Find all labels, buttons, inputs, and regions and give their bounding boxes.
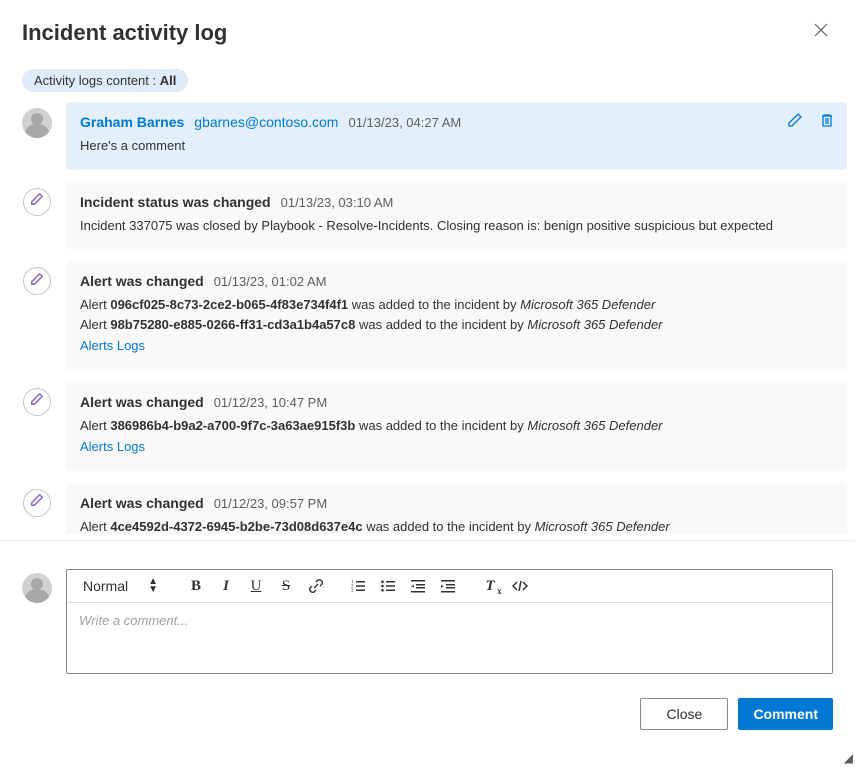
clear-format-icon: Tx bbox=[485, 578, 494, 595]
user-avatar bbox=[22, 108, 52, 138]
alerts-logs-link[interactable]: Alerts Logs bbox=[80, 336, 145, 356]
system-event-card: Alert was changed 01/13/23, 01:02 AM Alert… bbox=[66, 261, 847, 370]
chevron-updown-icon: ▲▼ bbox=[148, 578, 158, 594]
author-email: gbarnes@contoso.com bbox=[194, 114, 338, 130]
timestamp: 01/12/23, 10:47 PM bbox=[214, 395, 327, 410]
event-body: Incident 337075 was closed by Playbook -… bbox=[80, 216, 833, 236]
unordered-list-button[interactable] bbox=[378, 576, 398, 596]
comment-composer: Normal ▲▼ B I U S 123 bbox=[0, 541, 855, 674]
outdent-icon bbox=[410, 578, 426, 594]
event-body: Alert 096cf025-8c73-2ce2-b065-4f83e734f4… bbox=[80, 295, 833, 356]
bold-button[interactable]: B bbox=[186, 576, 206, 596]
system-event-card: Incident status was changed 01/13/23, 03:… bbox=[66, 182, 847, 250]
activity-row: Alert was changed 01/13/23, 01:02 AM Alert… bbox=[22, 261, 847, 370]
indent-button[interactable] bbox=[438, 576, 458, 596]
system-avatar bbox=[23, 267, 51, 295]
filter-value: All bbox=[160, 73, 177, 88]
activity-row: Graham Barnes gbarnes@contoso.com 01/13/23… bbox=[22, 102, 847, 170]
event-body: Alert 386986b4-b9a2-a700-9f7c-3a63ae915f… bbox=[80, 416, 833, 457]
activity-list: Graham Barnes gbarnes@contoso.com 01/13/23… bbox=[0, 102, 855, 534]
event-title: Alert was changed bbox=[80, 273, 204, 289]
close-panel-button[interactable] bbox=[809, 18, 833, 47]
edit-comment-button[interactable] bbox=[787, 112, 803, 133]
code-button[interactable] bbox=[510, 576, 530, 596]
system-event-card: Alert was changed 01/12/23, 10:47 PM Alert… bbox=[66, 382, 847, 471]
pencil-icon bbox=[30, 392, 44, 411]
event-body: Here's a comment bbox=[80, 136, 833, 156]
activity-row: Alert was changed 01/12/23, 09:57 PM Alert… bbox=[22, 483, 847, 535]
comment-placeholder: Write a comment... bbox=[79, 613, 188, 628]
editor-toolbar: Normal ▲▼ B I U S 123 bbox=[67, 570, 832, 603]
comment-button[interactable]: Comment bbox=[738, 698, 833, 730]
current-user-avatar bbox=[22, 573, 52, 603]
ordered-list-button[interactable]: 123 bbox=[348, 576, 368, 596]
activity-row: Incident status was changed 01/13/23, 03:… bbox=[22, 182, 847, 250]
pencil-icon bbox=[30, 192, 44, 211]
event-title: Alert was changed bbox=[80, 495, 204, 511]
event-title: Incident status was changed bbox=[80, 194, 271, 210]
underline-button[interactable]: U bbox=[246, 576, 266, 596]
author-name: Graham Barnes bbox=[80, 114, 184, 130]
svg-text:3: 3 bbox=[351, 589, 354, 594]
delete-comment-button[interactable] bbox=[819, 112, 835, 133]
event-title: Alert was changed bbox=[80, 394, 204, 410]
paragraph-style-label: Normal bbox=[83, 578, 128, 594]
pencil-icon bbox=[30, 493, 44, 512]
italic-button[interactable]: I bbox=[216, 576, 236, 596]
timestamp: 01/13/23, 03:10 AM bbox=[281, 195, 394, 210]
event-body: Alert 4ce4592d-4372-6945-b2be-73d08d637e… bbox=[80, 517, 833, 535]
system-event-card: Alert was changed 01/12/23, 09:57 PM Alert… bbox=[66, 483, 847, 535]
system-avatar bbox=[23, 188, 51, 216]
filter-label: Activity logs content : bbox=[34, 73, 160, 88]
system-avatar bbox=[23, 388, 51, 416]
comment-card: Graham Barnes gbarnes@contoso.com 01/13/23… bbox=[66, 102, 847, 170]
close-icon bbox=[813, 22, 829, 38]
alerts-logs-link[interactable]: Alerts Logs bbox=[80, 437, 145, 457]
filter-pill[interactable]: Activity logs content : All bbox=[22, 69, 188, 92]
panel-title: Incident activity log bbox=[22, 20, 227, 46]
ordered-list-icon: 123 bbox=[350, 578, 366, 594]
pencil-icon bbox=[30, 272, 44, 291]
clear-format-button[interactable]: Tx bbox=[480, 576, 500, 596]
strikethrough-button[interactable]: S bbox=[276, 576, 296, 596]
system-avatar bbox=[23, 489, 51, 517]
indent-icon bbox=[440, 578, 456, 594]
code-icon bbox=[512, 578, 528, 594]
timestamp: 01/12/23, 09:57 PM bbox=[214, 496, 327, 511]
link-button[interactable] bbox=[306, 576, 326, 596]
comment-input[interactable]: Write a comment... bbox=[67, 603, 832, 673]
timestamp: 01/13/23, 01:02 AM bbox=[214, 274, 327, 289]
paragraph-style-select[interactable]: Normal ▲▼ bbox=[77, 576, 164, 596]
unordered-list-icon bbox=[380, 578, 396, 594]
link-icon bbox=[308, 578, 324, 594]
outdent-button[interactable] bbox=[408, 576, 428, 596]
resize-grip-icon: ◢ bbox=[844, 751, 853, 765]
timestamp: 01/13/23, 04:27 AM bbox=[348, 115, 461, 130]
activity-row: Alert was changed 01/12/23, 10:47 PM Alert… bbox=[22, 382, 847, 471]
close-button[interactable]: Close bbox=[640, 698, 728, 730]
